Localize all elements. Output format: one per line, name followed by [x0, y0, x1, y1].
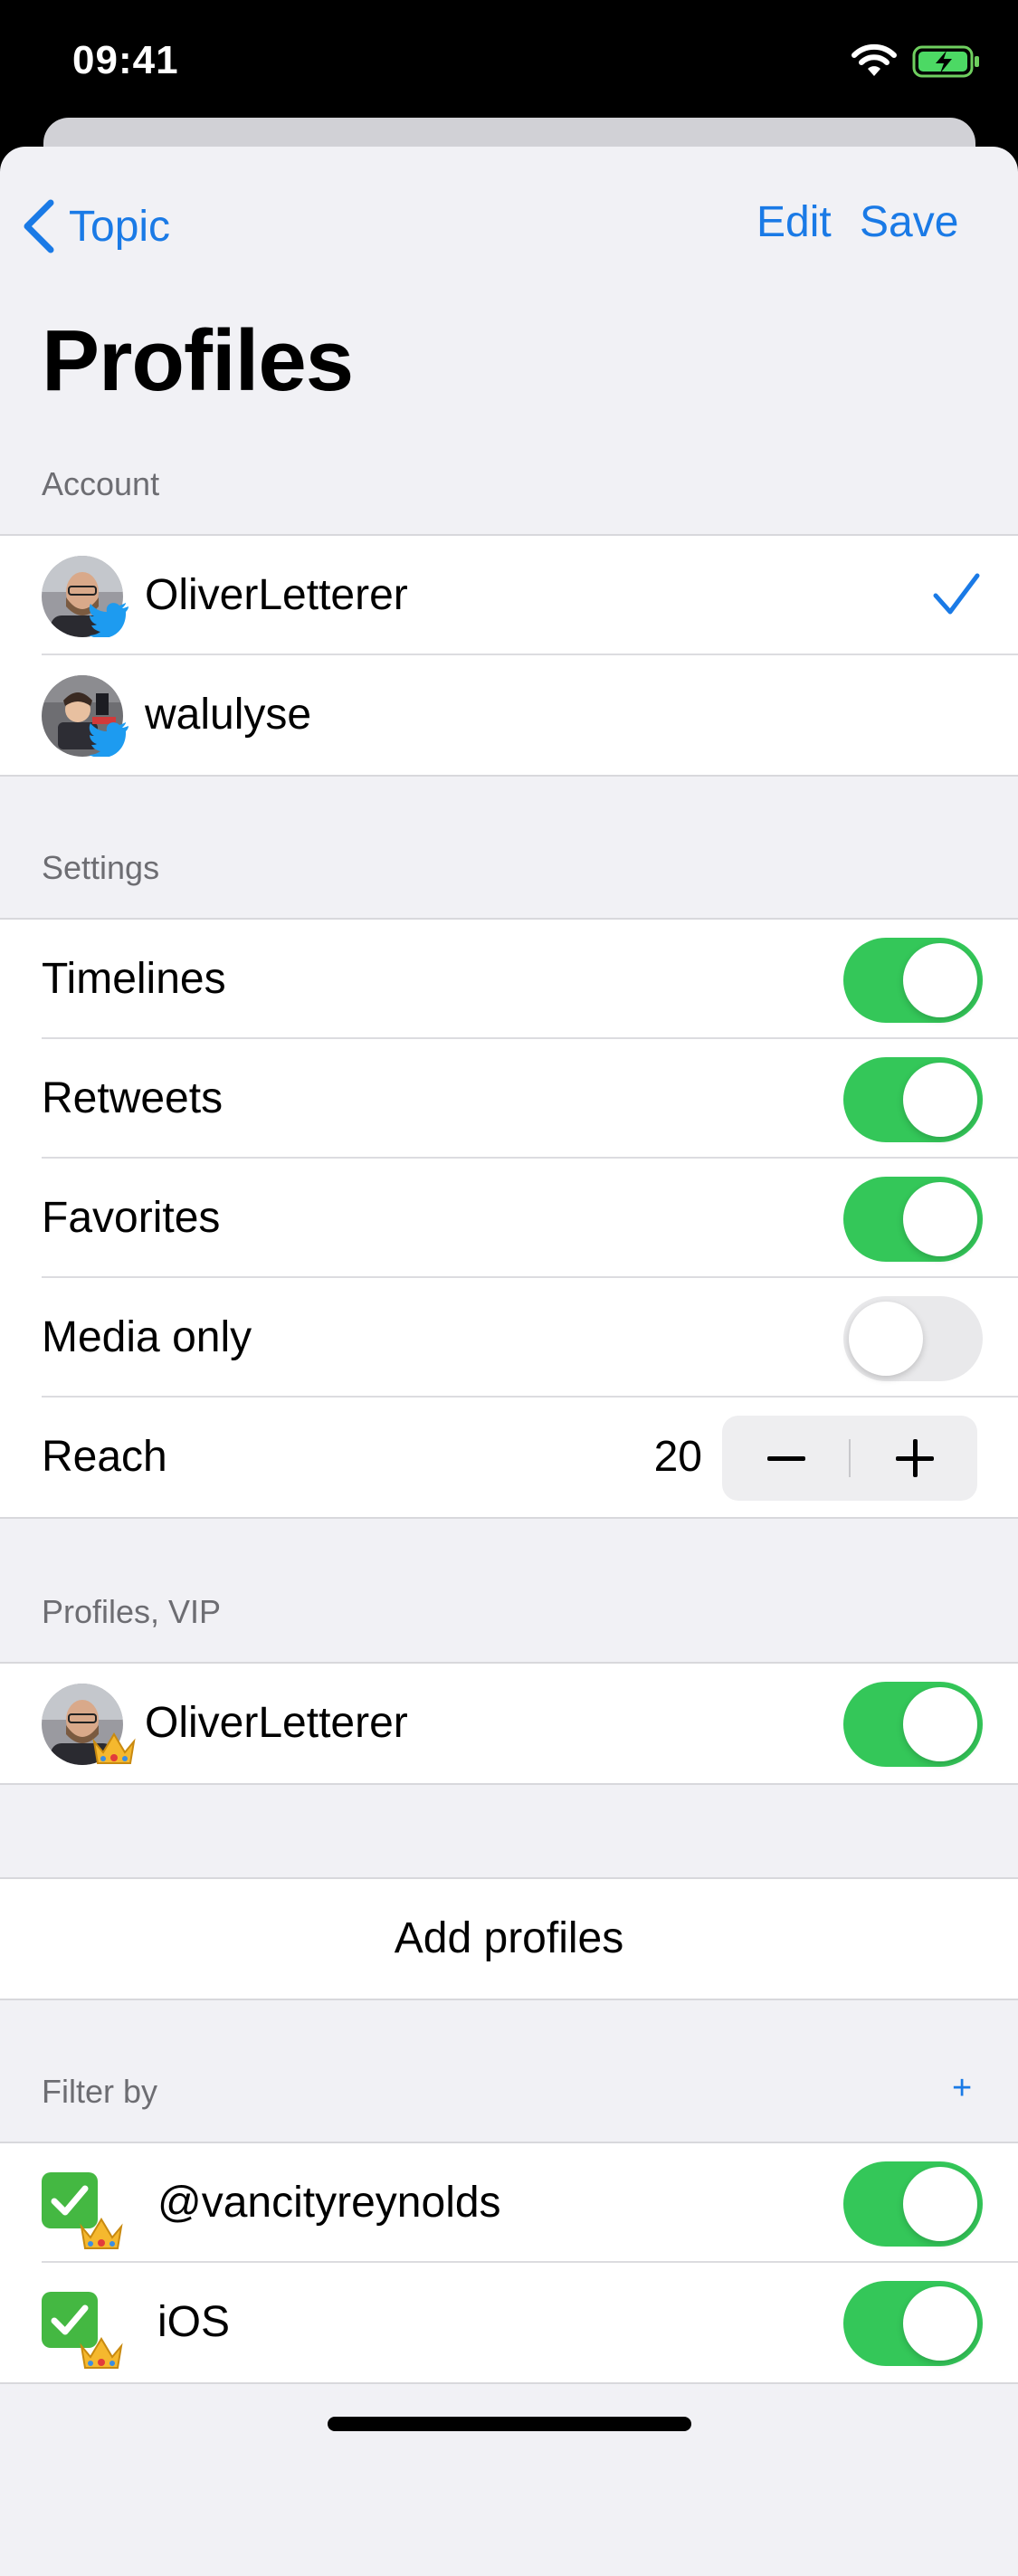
retweets-toggle[interactable] — [843, 1057, 983, 1142]
filter-row-vancityreynolds: @vancityreynolds — [0, 2143, 1018, 2263]
media-only-toggle[interactable] — [843, 1296, 983, 1381]
filter-row-ios: iOS — [0, 2263, 1018, 2382]
settings-section-header: Settings — [42, 849, 160, 886]
timelines-toggle[interactable] — [843, 938, 983, 1023]
account-row-oliverletterer[interactable]: OliverLetterer — [0, 536, 1018, 655]
plus-icon[interactable] — [851, 1416, 977, 1501]
status-bar: 09:41 — [0, 0, 1018, 119]
back-button[interactable]: Topic — [20, 190, 170, 262]
battery-charging-icon — [912, 45, 979, 78]
settings-list: Timelines Retweets Favorites Media only … — [0, 918, 1018, 1519]
vip-toggle[interactable] — [843, 1682, 983, 1767]
ios-toggle[interactable] — [843, 2281, 983, 2366]
edit-button[interactable]: Edit — [756, 197, 832, 247]
vancityreynolds-toggle[interactable] — [843, 2161, 983, 2247]
filter-label: iOS — [157, 2298, 231, 2346]
setting-row-favorites: Favorites — [0, 1159, 1018, 1278]
filter-list: @vancityreynolds iOS — [0, 2142, 1018, 2384]
back-button-label: Topic — [69, 202, 171, 251]
profiles-sheet: Topic Edit Save Profiles Account OliverL — [0, 147, 1018, 2576]
vip-section-header: Profiles, VIP — [42, 1593, 222, 1630]
navigation-bar: Topic Edit Save — [0, 147, 1018, 301]
chevron-left-icon — [24, 199, 54, 253]
minus-icon[interactable] — [722, 1416, 849, 1501]
checkmark-icon — [933, 573, 980, 615]
setting-label: Favorites — [42, 1194, 221, 1242]
reach-value: 20 — [653, 1433, 702, 1481]
setting-label: Retweets — [42, 1074, 224, 1122]
vip-name: OliverLetterer — [145, 1699, 408, 1747]
account-name: walulyse — [145, 691, 312, 739]
vip-list: OliverLetterer — [0, 1662, 1018, 1785]
setting-label: Timelines — [42, 955, 226, 1003]
setting-row-media-only: Media only — [0, 1278, 1018, 1398]
save-button[interactable]: Save — [860, 197, 958, 247]
add-profiles-group: Add profiles — [0, 1877, 1018, 2000]
setting-row-retweets: Retweets — [0, 1039, 1018, 1159]
status-time: 09:41 — [72, 38, 179, 82]
twitter-bird-icon — [89, 603, 128, 637]
twitter-bird-icon — [89, 722, 128, 757]
filter-label: @vancityreynolds — [157, 2179, 501, 2227]
crown-icon — [80, 2337, 123, 2369]
crown-icon — [80, 2218, 123, 2249]
add-profiles-button[interactable]: Add profiles — [0, 1879, 1018, 1999]
setting-row-reach: Reach 20 — [0, 1398, 1018, 1517]
account-list: OliverLetterer walulyse — [0, 534, 1018, 777]
page-title: Profiles — [42, 312, 354, 409]
vip-row-oliverletterer: OliverLetterer — [0, 1664, 1018, 1783]
account-name: OliverLetterer — [145, 571, 408, 619]
setting-row-timelines: Timelines — [0, 920, 1018, 1039]
wifi-icon — [852, 43, 897, 76]
add-filter-button[interactable]: + — [952, 2069, 972, 2108]
reach-label: Reach — [42, 1433, 167, 1481]
account-row-walulyse[interactable]: walulyse — [0, 655, 1018, 775]
account-section-header: Account — [42, 465, 160, 502]
filter-section-header: Filter by — [42, 2073, 158, 2110]
reach-stepper — [722, 1416, 977, 1501]
setting-label: Media only — [42, 1313, 252, 1361]
home-indicator[interactable] — [328, 2417, 691, 2431]
crown-icon — [92, 1732, 136, 1764]
favorites-toggle[interactable] — [843, 1177, 983, 1262]
